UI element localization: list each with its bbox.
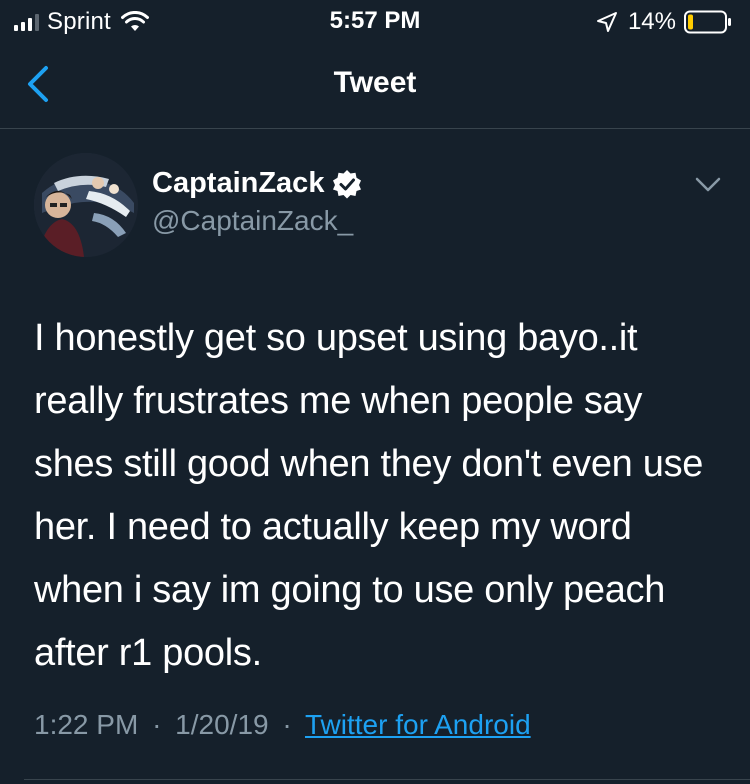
battery-percent: 14% — [627, 8, 676, 35]
meta-separator: · — [282, 709, 292, 740]
tweet-text: I honestly get so upset using bayo..it r… — [34, 317, 704, 674]
user-handle[interactable]: @CaptainZack_ — [152, 205, 353, 237]
tweet-time: 1:22 PM — [34, 709, 139, 740]
battery-fill — [688, 14, 693, 30]
chevron-down-icon[interactable] — [694, 175, 722, 195]
tweet-meta: 1:22 PM · 1/20/19 · Twitter for Android — [34, 709, 531, 741]
tweet-source-link[interactable]: Twitter for Android — [305, 709, 531, 740]
navigation-bar: Tweet — [0, 42, 750, 129]
tweet-detail-screen: Sprint 5:57 PM 14% Tweet CaptainZack @Ca… — [0, 0, 750, 784]
tweet: CaptainZack @CaptainZack_ I honestly get… — [0, 129, 750, 784]
status-bar: Sprint 5:57 PM 14% — [0, 0, 750, 42]
avatar[interactable] — [34, 153, 138, 257]
status-right: 14% — [596, 8, 732, 36]
meta-separator: · — [152, 709, 162, 740]
display-name-row: CaptainZack — [152, 167, 362, 200]
avatar-image — [34, 153, 138, 257]
verified-badge-icon — [333, 169, 362, 198]
divider — [24, 779, 750, 780]
page-title: Tweet — [333, 66, 417, 99]
tweet-date: 1/20/19 — [175, 709, 269, 740]
location-icon — [596, 12, 617, 32]
battery-icon — [684, 10, 731, 34]
display-name[interactable]: CaptainZack — [152, 167, 324, 200]
